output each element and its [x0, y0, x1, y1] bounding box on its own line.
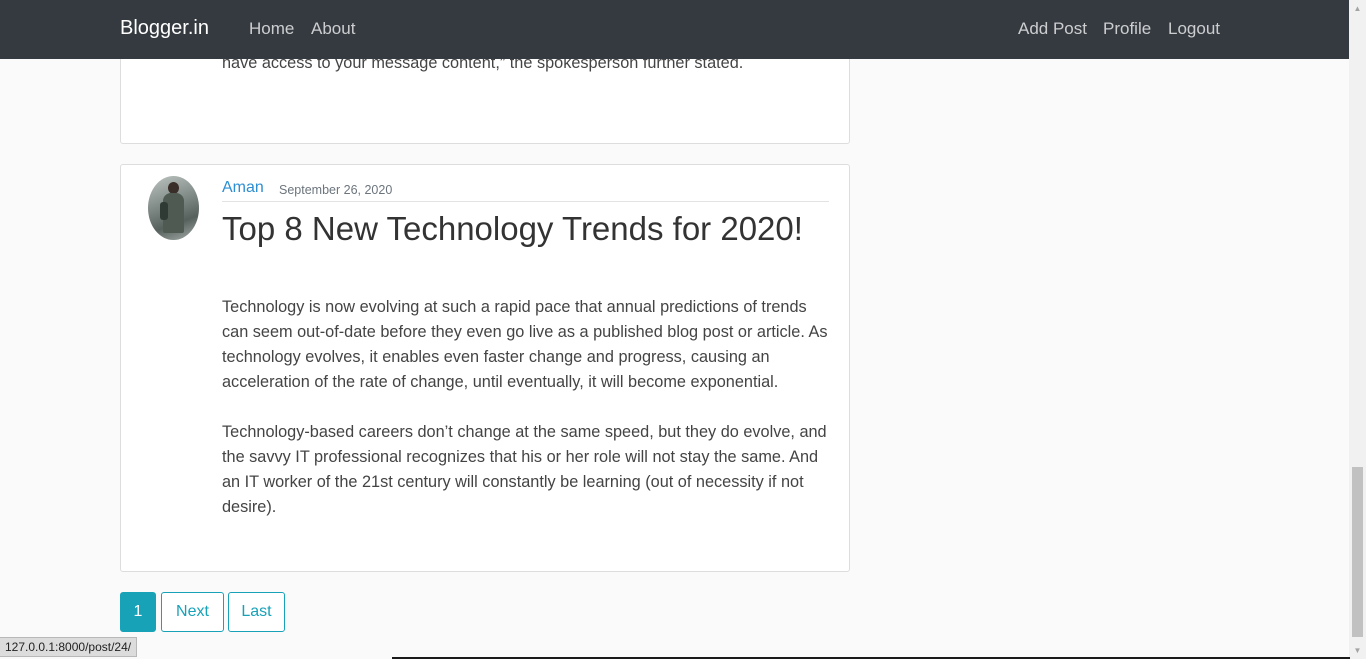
scrollbar-thumb[interactable] [1352, 467, 1363, 637]
main-content: people sign up on WhatsApp using only a … [0, 0, 1349, 659]
nav-logout[interactable]: Logout [1168, 19, 1220, 39]
post-date: September 26, 2020 [279, 183, 393, 197]
nav-home[interactable]: Home [249, 19, 294, 39]
status-bar-url: 127.0.0.1:8000/post/24/ [0, 637, 138, 657]
top-navbar: Blogger.in Home About Add Post Profile L… [0, 0, 1349, 59]
scroll-up-icon[interactable]: ▲ [1349, 0, 1366, 17]
author-link[interactable]: Aman [222, 179, 264, 197]
nav-profile[interactable]: Profile [1103, 19, 1151, 39]
last-page-button[interactable]: Last [228, 592, 285, 632]
author-avatar [148, 176, 199, 240]
post-meta: Aman September 26, 2020 [222, 178, 829, 202]
brand-logo[interactable]: Blogger.in [120, 17, 209, 40]
vertical-scrollbar[interactable]: ▲ ▼ [1349, 0, 1366, 659]
post-title[interactable]: Top 8 New Technology Trends for 2020! [222, 209, 822, 249]
scroll-down-icon[interactable]: ▼ [1349, 642, 1366, 659]
next-page-button[interactable]: Next [161, 592, 224, 632]
nav-add-post[interactable]: Add Post [1018, 19, 1087, 39]
nav-about[interactable]: About [311, 19, 355, 39]
post-body: Technology is now evolving at such a rap… [222, 298, 828, 516]
page-1-button[interactable]: 1 [120, 592, 156, 632]
post-card: Aman September 26, 2020 Top 8 New Techno… [120, 164, 850, 572]
